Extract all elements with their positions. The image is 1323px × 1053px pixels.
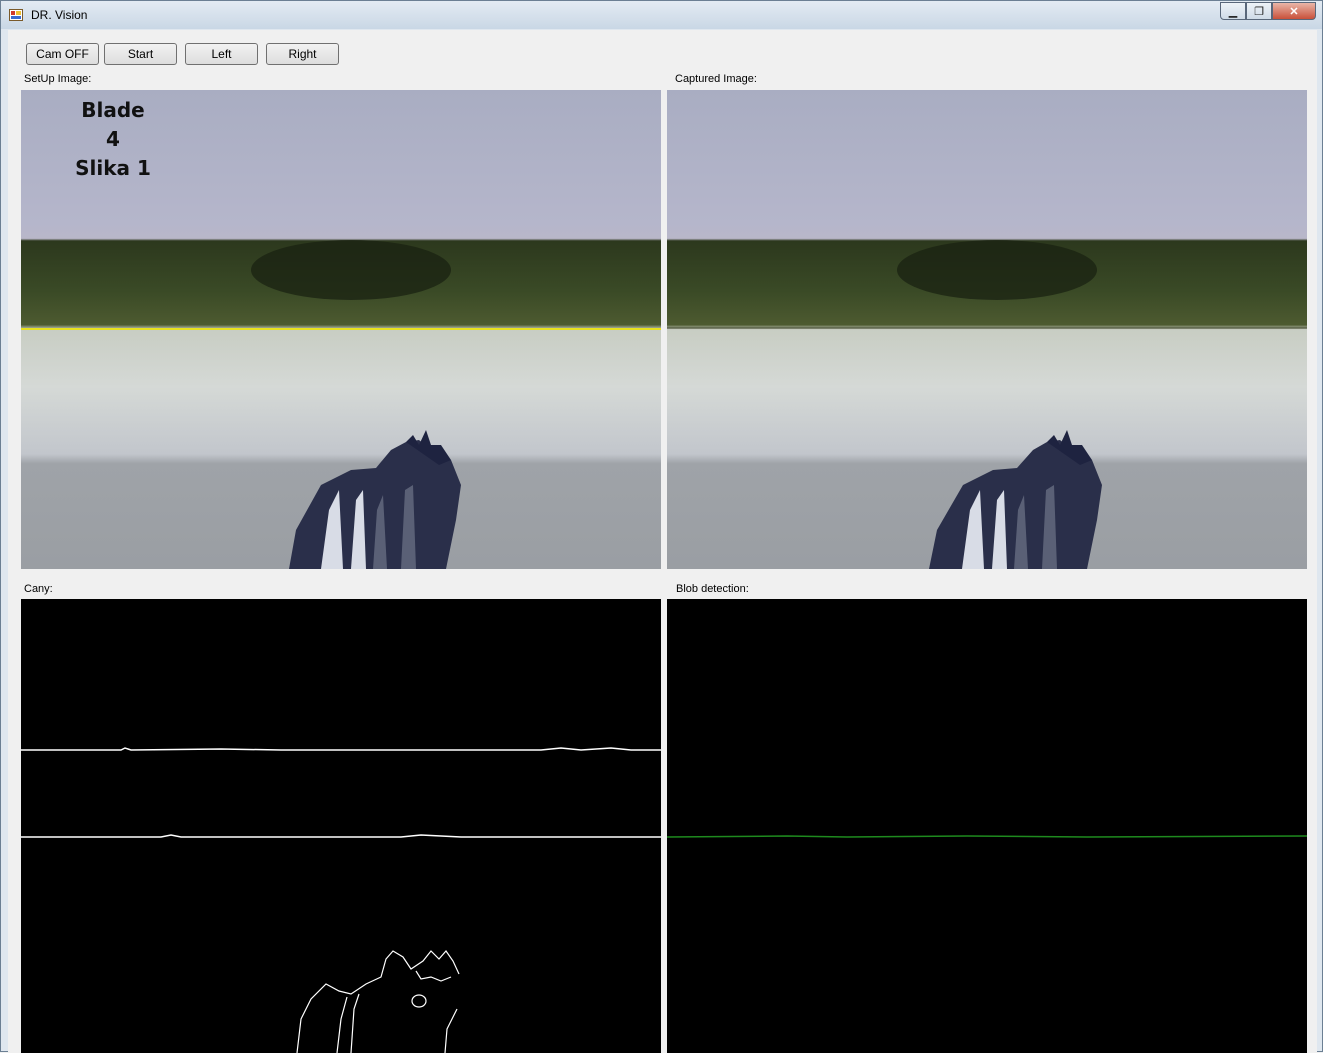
app-window: DR. Vision ▁ ❐ ✕ Cam OFF Start Left Righ… xyxy=(0,0,1323,1053)
setup-overlay-text: Blade 4 Slika 1 xyxy=(73,96,153,183)
title-bar[interactable]: DR. Vision ▁ ❐ ✕ xyxy=(1,1,1322,29)
setup-image-view: Blade 4 Slika 1 xyxy=(21,90,661,569)
captured-image-content xyxy=(667,240,1307,569)
setup-image-label: SetUp Image: xyxy=(24,73,92,85)
app-icon xyxy=(9,8,23,22)
left-button[interactable]: Left xyxy=(185,43,258,65)
canny-edges xyxy=(21,747,661,1053)
start-button[interactable]: Start xyxy=(104,43,177,65)
blob-detection-label: Blob detection: xyxy=(676,583,749,595)
maximize-button[interactable]: ❐ xyxy=(1246,2,1272,20)
blob-detection-content xyxy=(667,835,1307,838)
minimize-button[interactable]: ▁ xyxy=(1220,2,1246,20)
cam-toggle-button[interactable]: Cam OFF xyxy=(26,43,99,65)
canny-label: Cany: xyxy=(24,583,53,595)
captured-image-label: Captured Image: xyxy=(675,73,757,85)
canny-view xyxy=(21,599,661,1053)
close-icon: ✕ xyxy=(1289,5,1299,18)
close-button[interactable]: ✕ xyxy=(1272,2,1316,20)
minimize-icon: ▁ xyxy=(1228,5,1238,18)
window-title: DR. Vision xyxy=(31,8,88,22)
right-button[interactable]: Right xyxy=(266,43,339,65)
captured-image-view xyxy=(667,90,1307,569)
blade-label: Blade 4 xyxy=(81,98,145,151)
window-controls: ▁ ❐ ✕ xyxy=(1220,2,1316,21)
blob-detection-view xyxy=(667,599,1307,1053)
maximize-icon: ❐ xyxy=(1254,5,1264,18)
slika-label: Slika 1 xyxy=(75,156,151,180)
client-area: Cam OFF Start Left Right SetUp Image: Ca… xyxy=(8,30,1317,1053)
